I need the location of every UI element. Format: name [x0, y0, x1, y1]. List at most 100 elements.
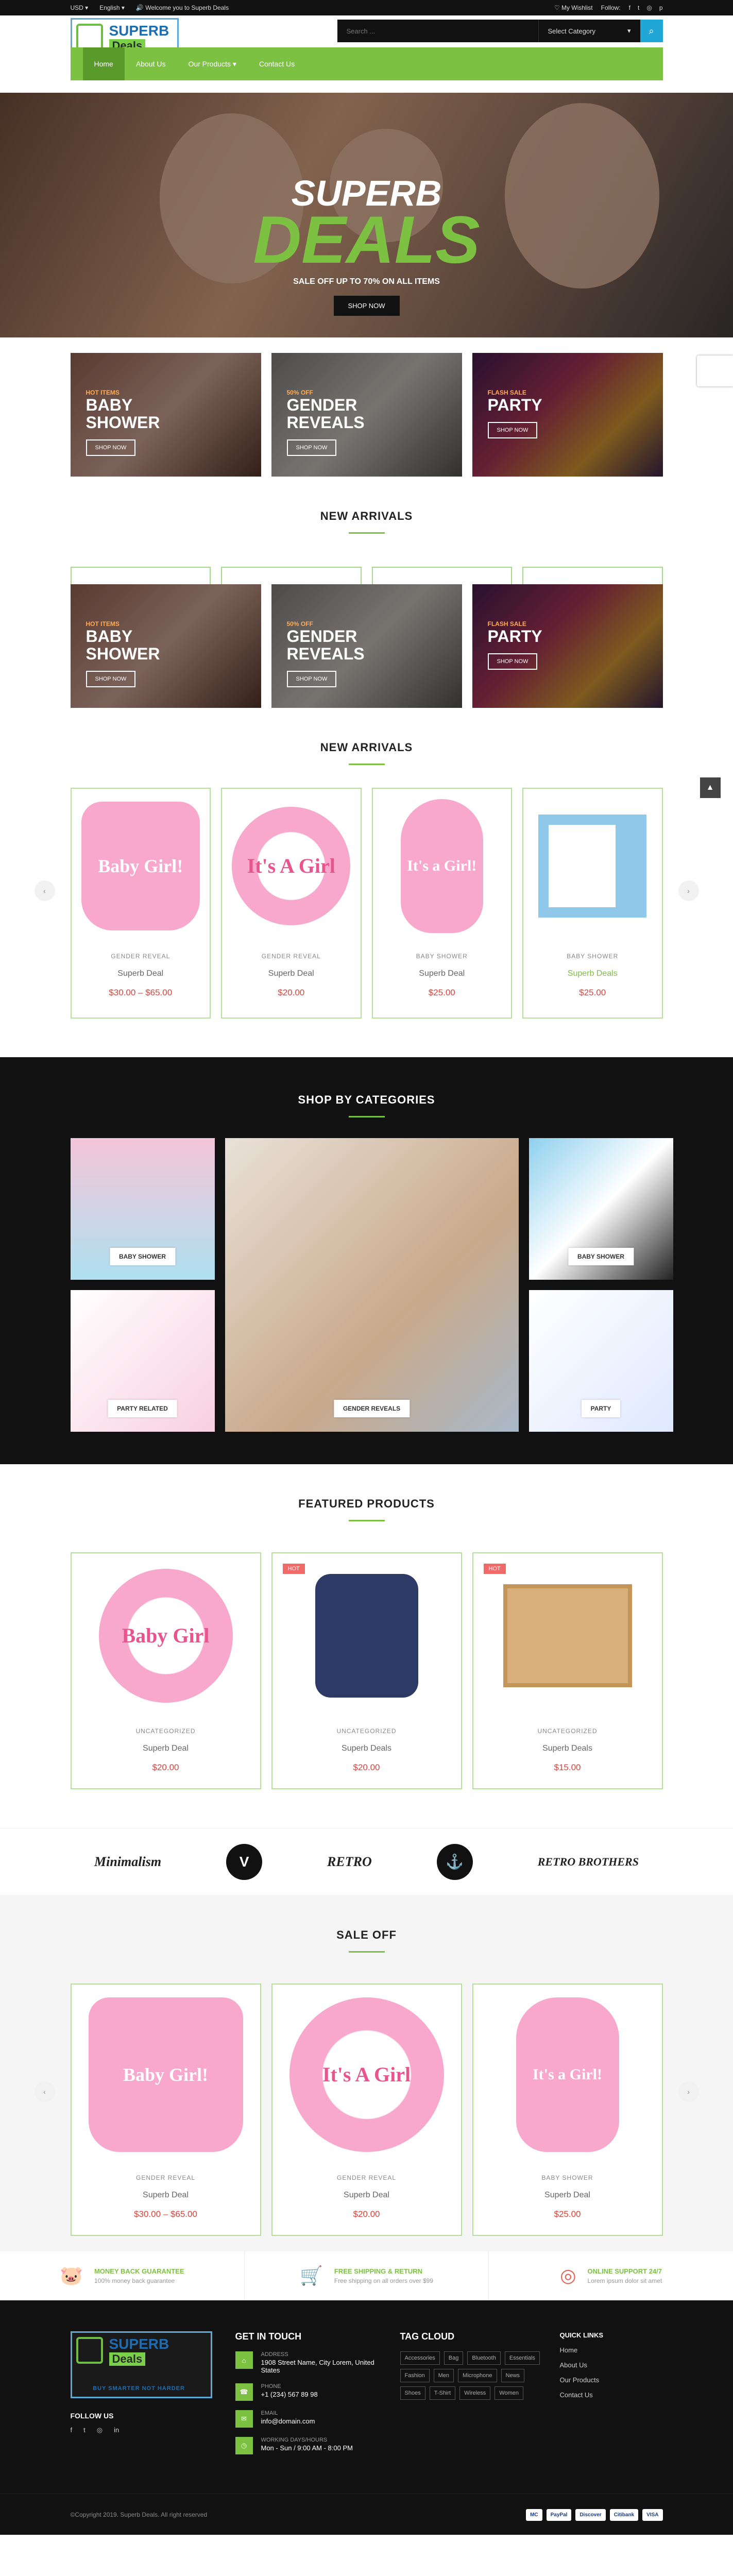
tag[interactable]: Women [495, 2386, 523, 2400]
product-strip-partial [70, 567, 663, 584]
tag[interactable]: Bag [444, 2351, 464, 2365]
search-icon: ⌕ [649, 25, 654, 36]
tag[interactable]: Accessories [400, 2351, 440, 2365]
linkedin-icon[interactable]: in [114, 2426, 119, 2434]
product-card[interactable]: BABY SHOWER Superb Deals $25.00 [522, 788, 663, 1019]
hero-shop-button[interactable]: SHOP NOW [333, 296, 400, 316]
tag[interactable]: Wireless [459, 2386, 491, 2400]
tag[interactable]: Bluetooth [467, 2351, 501, 2365]
brand-logo[interactable]: V [226, 1843, 263, 1880]
brand-logos: Minimalism V RETRO ⚓ RETRO BROTHERS [0, 1828, 733, 1895]
banner-party[interactable]: FLASH SALE PARTY SHOP NOW [472, 353, 663, 477]
banner-baby-shower[interactable]: HOT ITEMS BABY SHOWER SHOP NOW [70, 353, 261, 477]
facebook-icon[interactable]: f [629, 4, 630, 11]
brand-logo[interactable]: RETRO BROTHERS [538, 1855, 639, 1869]
shop-now-button[interactable]: SHOP NOW [86, 439, 136, 456]
tag[interactable]: Fashion [400, 2369, 430, 2382]
section-title-new-arrivals: NEW ARRIVALS [320, 510, 413, 522]
shop-now-button[interactable]: SHOP NOW [286, 439, 337, 456]
banner-gender-reveals[interactable]: 50% OFF GENDER REVEALS SHOP NOW [271, 353, 462, 477]
footer-link[interactable]: About Us [560, 2361, 663, 2369]
hero-title-2: DEALS [253, 202, 480, 277]
tag[interactable]: News [501, 2369, 525, 2382]
shop-now-button[interactable]: SHOP NOW [487, 653, 538, 670]
product-card[interactable]: HOT UNCATEGORIZED Superb Deals $20.00 [271, 1552, 462, 1789]
clock-icon: ◷ [235, 2437, 253, 2454]
currency-select[interactable]: USD ▾ [71, 4, 89, 11]
visa-icon: VISA [642, 2509, 663, 2521]
nav-about[interactable]: About Us [125, 47, 177, 80]
carousel-prev-arrow[interactable]: ‹ [34, 880, 55, 901]
shop-now-button[interactable]: SHOP NOW [86, 671, 136, 687]
product-card[interactable]: It's A Girl GENDER REVEAL Superb Deal $20.0… [271, 1984, 462, 2236]
banner-baby-shower[interactable]: HOT ITEMS BABY SHOWER SHOP NOW [70, 584, 261, 708]
phone-icon: ☎ [235, 2383, 253, 2401]
banner-gender-reveals[interactable]: 50% OFF GENDER REVEALS SHOP NOW [271, 584, 462, 708]
instagram-icon[interactable]: ◎ [646, 4, 652, 11]
banner-party[interactable]: FLASH SALE PARTY SHOP NOW [472, 584, 663, 708]
brand-logo[interactable]: ⚓ [436, 1843, 473, 1880]
paypal-icon: PayPal [546, 2509, 572, 2521]
cart-logo-icon [76, 24, 103, 50]
nav-products[interactable]: Our Products ▾ [177, 47, 247, 80]
product-card[interactable]: It's a Girl! BABY SHOWER Superb Deal $25.00 [472, 1984, 663, 2236]
brand-logo[interactable]: RETRO [327, 1854, 372, 1870]
section-title-featured: FEATURED PRODUCTS [298, 1497, 435, 1510]
tag-cloud: Accessories Bag Bluetooth Essentials Fashion… [400, 2351, 550, 2400]
tag[interactable]: Microphone [458, 2369, 497, 2382]
section-title-new-arrivals: NEW ARRIVALS [320, 741, 413, 754]
tag[interactable]: T-Shirt [429, 2386, 456, 2400]
product-card[interactable]: Baby Girl! GENDER REVEAL Superb Deal $30.00… [70, 1984, 261, 2236]
product-card[interactable]: Baby Girl! GENDER REVEAL Superb Deal $30.00… [70, 788, 211, 1019]
payment-icons: MC PayPal Discover Citibank VISA [526, 2509, 663, 2521]
nav-home[interactable]: Home [82, 47, 125, 80]
search-bar: Select Category▾ ⌕ [337, 20, 663, 42]
footer: SUPERB Deals BUY SMARTER NOT HARDER FOLL… [0, 2300, 733, 2535]
pinterest-icon[interactable]: p [659, 4, 663, 11]
scroll-top-button[interactable]: ▲ [700, 777, 721, 798]
shop-now-button[interactable]: SHOP NOW [286, 671, 337, 687]
category-tile[interactable]: PARTY [529, 1290, 673, 1432]
product-card[interactable]: Baby Girl UNCATEGORIZED Superb Deal $20.00 [70, 1552, 261, 1789]
carousel-next-arrow[interactable]: › [678, 880, 699, 901]
language-select[interactable]: English ▾ [99, 4, 125, 11]
brand-logo[interactable]: Minimalism [94, 1854, 161, 1870]
twitter-icon[interactable]: t [638, 4, 639, 11]
category-tile[interactable]: BABY SHOWER [529, 1138, 673, 1280]
piggy-bank-icon: 🐷 [60, 2265, 83, 2286]
shop-by-categories: SHOP BY CATEGORIES BABY SHOWER PARTY REL… [0, 1057, 733, 1464]
search-button[interactable]: ⌕ [640, 20, 663, 42]
facebook-icon[interactable]: f [71, 2426, 73, 2434]
footer-link[interactable]: Contact Us [560, 2391, 663, 2399]
category-tile[interactable]: BABY SHOWER [70, 1138, 215, 1280]
hero-subtitle: SALE OFF UP TO 70% ON ALL ITEMS [293, 277, 440, 286]
twitter-icon[interactable]: t [83, 2426, 86, 2434]
sale-section: SALE OFF ‹ › Baby Girl! GENDER REVEAL Supe… [0, 1895, 733, 2251]
category-select[interactable]: Select Category ▾ [538, 20, 640, 42]
follow-label: Follow: [601, 4, 621, 11]
lifebuoy-icon: ◎ [560, 2265, 576, 2286]
footer-logo[interactable]: SUPERB Deals BUY SMARTER NOT HARDER [70, 2331, 212, 2398]
nav-contact[interactable]: Contact Us [248, 47, 306, 80]
main-nav: Home About Us Our Products ▾ Contact Us [70, 47, 663, 80]
search-input[interactable] [337, 20, 538, 42]
product-card[interactable]: It's A Girl GENDER REVEAL Superb Deal $20.0… [221, 788, 362, 1019]
wishlist-link[interactable]: ♡ My Wishlist [554, 4, 593, 11]
instagram-icon[interactable]: ◎ [97, 2426, 103, 2434]
tag[interactable]: Essentials [504, 2351, 540, 2365]
shop-now-button[interactable]: SHOP NOW [487, 422, 538, 438]
footer-link[interactable]: Home [560, 2346, 663, 2354]
product-card[interactable]: It's a Girl! BABY SHOWER Superb Deal $25.00 [371, 788, 512, 1019]
header: SUPERB Deals BUY SMARTER NOT HARDER Sele… [0, 15, 733, 80]
carousel-prev-arrow[interactable]: ‹ [34, 2081, 55, 2102]
recaptcha-badge[interactable] [697, 355, 733, 386]
mail-icon: ✉ [235, 2410, 253, 2428]
tag[interactable]: Men [433, 2369, 454, 2382]
category-tile[interactable]: PARTY RELATED [70, 1290, 215, 1432]
category-tile-featured[interactable]: GENDER REVEALS [225, 1138, 519, 1432]
copyright: ©Copyright 2019. Superb Deals. All right… [70, 2511, 208, 2518]
carousel-next-arrow[interactable]: › [678, 2081, 699, 2102]
product-card[interactable]: HOT UNCATEGORIZED Superb Deals $15.00 [472, 1552, 663, 1789]
tag[interactable]: Shoes [400, 2386, 425, 2400]
footer-link[interactable]: Our Products [560, 2376, 663, 2384]
